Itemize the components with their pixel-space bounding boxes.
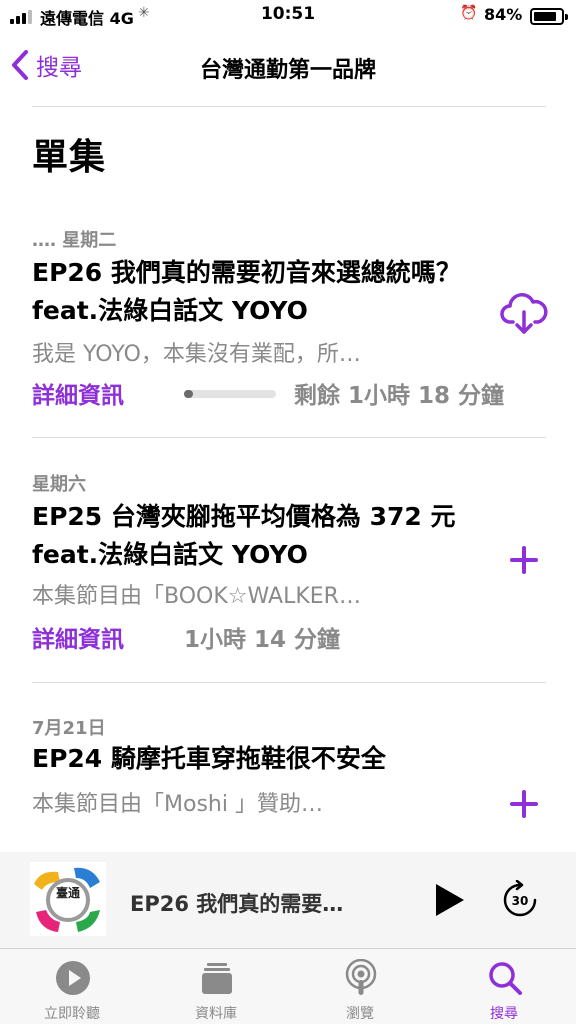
divider	[32, 106, 546, 107]
episode-description: 本集節目由「Moshi 」贊助…	[32, 792, 323, 817]
now-playing-title[interactable]: EP26 我們真的需要…	[130, 888, 343, 918]
battery-percent: 84%	[484, 5, 523, 24]
tab-browse[interactable]: 瀏覽	[288, 949, 432, 1024]
alarm-icon: ⏰	[460, 5, 478, 21]
episode-details-link[interactable]: 詳細資訊	[32, 376, 124, 410]
episode-duration: 剩餘 1小時 18 分鐘	[294, 383, 505, 409]
play-circle-icon	[56, 961, 90, 995]
episode-item[interactable]: 星期六 EP25 台灣夾腳拖平均價格為 372 元 feat.法綠白話文 YOY…	[0, 468, 576, 682]
episode-title[interactable]: EP25 台灣夾腳拖平均價格為 372 元 feat.法綠白話文 YOYO	[32, 498, 492, 574]
episode-item[interactable]: ‥‥ 星期二 EP26 我們真的需要初音來選總統嗎？feat.法綠白話文 YOY…	[0, 222, 576, 436]
search-icon	[489, 962, 522, 995]
library-icon	[202, 963, 232, 994]
episode-date: 星期六	[32, 474, 86, 495]
tab-label: 瀏覽	[346, 1006, 374, 1022]
skip-seconds-label: 30	[512, 894, 529, 908]
status-bar: 遠傳電信 4G ✳ 10:51 ⏰ 84%	[0, 0, 576, 32]
page-title: 台灣通勤第一品牌	[199, 58, 376, 83]
episode-date: 7月21日	[32, 718, 106, 739]
navigation-bar: 搜尋 台灣通勤第一品牌	[0, 32, 576, 100]
episode-progress-bar	[184, 390, 276, 398]
episode-date: ‥‥ 星期二	[32, 230, 117, 251]
tab-label: 立即聆聽	[44, 1006, 100, 1022]
tab-search[interactable]: 搜尋	[432, 949, 576, 1024]
podcast-icon	[345, 959, 377, 995]
plus-icon[interactable]	[508, 788, 540, 820]
divider	[32, 682, 546, 683]
episode-description: 本集節目由「BOOK☆WALKER…	[32, 584, 361, 609]
play-icon[interactable]	[432, 882, 466, 918]
episode-title[interactable]: EP24 騎摩托車穿拖鞋很不安全	[32, 740, 492, 778]
artwork-label: 臺通	[56, 885, 80, 900]
episode-details-link[interactable]: 詳細資訊	[32, 620, 124, 654]
tab-label: 搜尋	[490, 1006, 518, 1022]
mini-player[interactable]: 臺通 EP26 我們真的需要… 30	[0, 852, 576, 948]
tab-library[interactable]: 資料庫	[144, 949, 288, 1024]
skip-forward-30-icon[interactable]: 30	[500, 880, 540, 920]
download-icon[interactable]	[500, 292, 548, 338]
divider	[32, 437, 546, 438]
tab-listen-now[interactable]: 立即聆聽	[0, 949, 144, 1024]
section-title: 單集	[32, 137, 107, 178]
podcast-artwork[interactable]: 臺通	[30, 862, 106, 936]
episode-duration: 1小時 14 分鐘	[184, 627, 341, 653]
battery-icon	[530, 8, 568, 25]
episode-title[interactable]: EP26 我們真的需要初音來選總統嗎？feat.法綠白話文 YOYO	[32, 254, 492, 330]
episode-item[interactable]: 7月21日 EP24 騎摩托車穿拖鞋很不安全 本集節目由「Moshi 」贊助…	[0, 712, 576, 850]
episode-description: 我是 YOYO，本集沒有業配，所…	[32, 342, 361, 367]
tab-label: 資料庫	[195, 1006, 237, 1022]
plus-icon[interactable]	[508, 544, 540, 576]
tab-bar: 立即聆聽 資料庫 瀏覽 搜尋	[0, 948, 576, 1024]
